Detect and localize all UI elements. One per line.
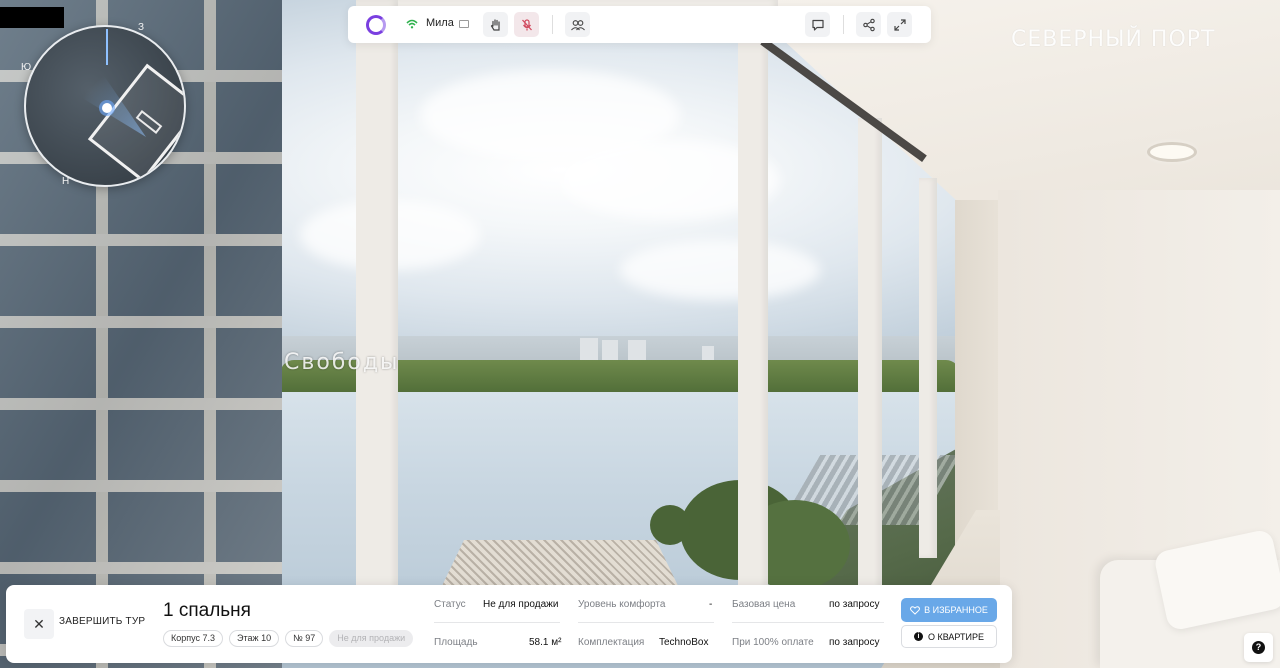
area-value: 58.1 м² [529,637,562,648]
compass-east: З [138,22,145,33]
brand-logo: СЕВЕРНЫЙ ПОРТ [1011,27,1216,52]
cloud [620,240,820,300]
position-marker [102,103,112,113]
app-logo-icon[interactable] [366,15,386,35]
compass-south: Ю [21,62,32,73]
apartment-title: 1 спальня [163,600,251,621]
window-mullion [919,178,937,558]
divider [434,622,560,623]
window-mullion [356,0,398,600]
apartment-info-panel: ✕ ЗАВЕРШИТЬ ТУР 1 спальня Корпус 7.3 Эта… [6,585,1012,663]
divider [578,622,714,623]
sale-status-tag: Не для продажи [329,630,414,647]
add-to-favorites-button[interactable]: В ИЗБРАННОЕ [901,598,997,622]
window-mullion [858,118,882,600]
fullscreen-button[interactable] [887,12,912,37]
status-label: Статус [434,599,466,610]
mic-off-icon [521,18,532,30]
trees [650,505,690,545]
microphone-button[interactable] [514,12,539,37]
info-icon: i [913,632,923,641]
minimap[interactable] [24,25,186,187]
area-label: Площадь [434,637,478,648]
area-row: Площадь 58.1 м² [434,637,562,648]
full-payment-label: При 100% оплате [732,637,814,648]
package-label: Комплектация [578,637,645,648]
share-icon [862,18,875,31]
end-tour-button[interactable]: ✕ [24,609,54,639]
package-value: TechnoBox [659,637,709,648]
divider [732,622,884,623]
favorite-label: В ИЗБРАННОЕ [924,605,988,615]
base-price-label: Базовая цена [732,599,796,610]
comfort-label: Уровень комфорта [578,599,666,610]
chat-icon [811,19,824,31]
comfort-row: Уровень комфорта - [578,599,714,610]
package-row: Комплектация TechnoBox [578,637,714,648]
close-icon: ✕ [33,615,45,632]
north-needle [106,29,108,65]
balcony-grate [440,540,680,590]
status-value: Не для продажи [483,599,559,610]
full-payment-row: При 100% оплате по запросу [732,637,884,648]
ceiling-light [1150,145,1194,159]
users-icon [570,19,585,30]
base-price-row: Базовая цена по запросу [732,599,884,610]
participants-button[interactable] [565,12,590,37]
heart-icon [910,605,921,615]
share-button[interactable] [856,12,881,37]
redaction-bar [0,7,64,28]
expand-icon [893,18,906,31]
about-apartment-button[interactable]: i О КВАРТИРЕ [901,625,997,648]
hand-icon [490,18,500,31]
toolbar-divider [843,15,844,34]
question-icon: ? [1252,641,1265,654]
floor-tag: Этаж 10 [229,630,280,647]
about-label: О КВАРТИРЕ [927,631,985,642]
number-tag: № 97 [285,630,324,647]
help-button[interactable]: ? [1244,633,1273,662]
session-toolbar: Мила [348,6,931,43]
toolbar-divider [552,15,553,34]
hand-raise-button[interactable] [483,12,508,37]
end-tour-label[interactable]: ЗАВЕРШИТЬ ТУР [59,616,145,627]
apartment-tags: Корпус 7.3 Этаж 10 № 97 Не для продажи [163,630,414,647]
building-tag: Корпус 7.3 [163,630,224,647]
wifi-icon [406,18,418,32]
screen-icon [459,20,469,28]
user-name: Мила [426,17,454,29]
window-mullion [738,0,768,600]
status-row: Статус Не для продажи [434,599,560,610]
chat-button[interactable] [805,12,830,37]
full-payment-value: по запросу [829,637,880,648]
panorama-view[interactable]: Свободы [0,0,1280,668]
street-label: Свободы [284,350,400,375]
compass-north: Н [62,176,70,187]
comfort-value: - [709,599,713,610]
base-price-value: по запросу [829,599,880,610]
